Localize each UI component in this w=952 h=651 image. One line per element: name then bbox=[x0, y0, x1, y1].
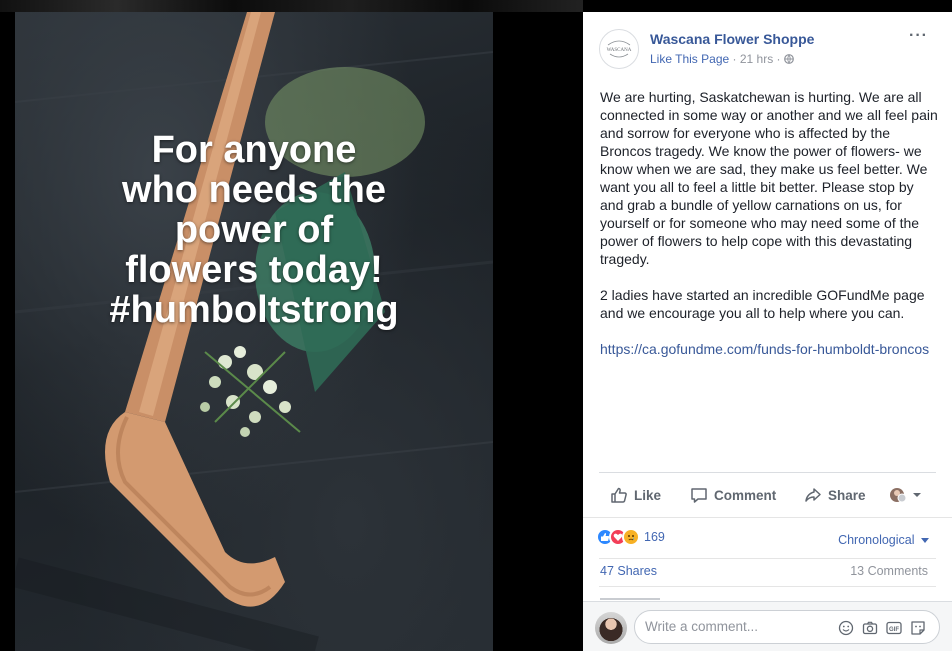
overlay-line: For anyone bbox=[151, 129, 357, 171]
meta-separator: · bbox=[729, 52, 740, 66]
overlay-line: flowers today! bbox=[125, 249, 383, 291]
post-header: WASCANA Wascana Flower Shoppe Like This … bbox=[583, 12, 952, 82]
comments-count[interactable]: 13 Comments bbox=[850, 564, 928, 578]
svg-text:WASCANA: WASCANA bbox=[607, 48, 632, 53]
photo-viewer: For anyone who needs the power of flower… bbox=[0, 0, 583, 651]
more-options-button[interactable]: ··· bbox=[909, 27, 928, 45]
post-body: We are hurting, Saskatchewan is hurting.… bbox=[600, 88, 940, 376]
sticker-icon[interactable] bbox=[909, 619, 927, 637]
overlay-line: power of bbox=[174, 209, 334, 251]
share-icon bbox=[805, 488, 821, 502]
comment-label: Comment bbox=[714, 487, 777, 503]
comment-box: GIF bbox=[634, 610, 940, 644]
like-icon bbox=[611, 487, 627, 503]
overlay-line: who needs the bbox=[122, 169, 386, 211]
post-paragraph: We are hurting, Saskatchewan is hurting.… bbox=[600, 89, 938, 267]
post-photo[interactable]: For anyone who needs the power of flower… bbox=[15, 12, 493, 651]
reaction-summary[interactable]: 169 bbox=[596, 528, 665, 546]
profile-selector-icon bbox=[890, 488, 921, 503]
meta-separator: · bbox=[773, 52, 784, 66]
post-as-selector[interactable] bbox=[889, 485, 929, 505]
globe-icon[interactable] bbox=[783, 54, 794, 64]
chevron-down-icon bbox=[921, 538, 929, 543]
post-panel: WASCANA Wascana Flower Shoppe Like This … bbox=[583, 12, 952, 651]
divider bbox=[599, 558, 936, 559]
share-button[interactable]: Share bbox=[804, 485, 866, 505]
like-page-link[interactable]: Like This Page bbox=[650, 52, 729, 66]
post-meta: Like This Page · 21 hrs · bbox=[650, 52, 794, 66]
comment-composer: GIF bbox=[583, 601, 952, 651]
stats-row: 47 Shares 13 Comments bbox=[583, 558, 952, 588]
page-avatar[interactable]: WASCANA bbox=[599, 29, 639, 69]
comment-sort-dropdown[interactable]: Chronological bbox=[838, 533, 929, 547]
like-label: Like bbox=[634, 487, 662, 503]
reaction-count[interactable]: 169 bbox=[644, 530, 665, 544]
comment-input[interactable] bbox=[645, 619, 825, 634]
page-name-link[interactable]: Wascana Flower Shoppe bbox=[650, 31, 814, 47]
svg-text:GIF: GIF bbox=[889, 627, 899, 633]
post-time[interactable]: 21 hrs bbox=[740, 52, 773, 66]
emoji-icon[interactable] bbox=[837, 619, 855, 637]
overlay-line: #humboltstrong bbox=[109, 289, 399, 331]
user-avatar[interactable] bbox=[595, 612, 627, 644]
camera-icon[interactable] bbox=[861, 619, 879, 637]
sad-reaction-icon bbox=[622, 528, 640, 546]
photo-overlay-text: For anyone who needs the power of flower… bbox=[15, 130, 493, 330]
action-bar: Like Comment Share bbox=[599, 472, 936, 514]
gif-icon[interactable]: GIF bbox=[885, 619, 903, 637]
comment-icon bbox=[691, 488, 707, 503]
post-paragraph: 2 ladies have started an incredible GOFu… bbox=[600, 287, 925, 321]
like-button[interactable]: Like bbox=[610, 485, 661, 505]
reactions-row: 169 Chronological bbox=[583, 517, 952, 557]
wascana-logo: WASCANA bbox=[607, 40, 632, 58]
divider bbox=[599, 586, 936, 587]
hockey-stick-illustration bbox=[15, 12, 493, 651]
shares-count[interactable]: 47 Shares bbox=[600, 564, 657, 578]
sort-label: Chronological bbox=[838, 533, 915, 547]
photo-top-strip bbox=[0, 0, 583, 12]
share-label: Share bbox=[828, 487, 866, 503]
comment-button[interactable]: Comment bbox=[690, 485, 776, 505]
gofundme-link[interactable]: https://ca.gofundme.com/funds-for-humbol… bbox=[600, 341, 929, 357]
